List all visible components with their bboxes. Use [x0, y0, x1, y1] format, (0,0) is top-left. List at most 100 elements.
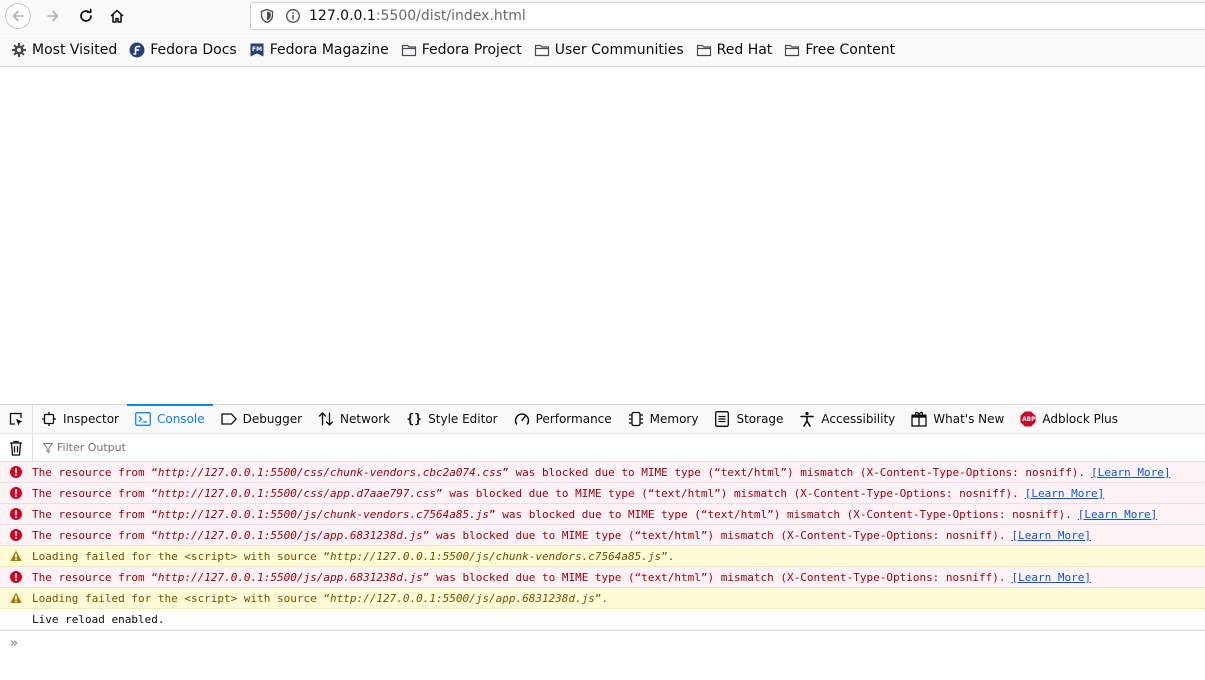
message-text: The resource from “http://127.0.0.1:5500… [32, 571, 1006, 584]
tab-inspector[interactable]: Inspector [33, 405, 127, 433]
console-messages: The resource from “http://127.0.0.1:5500… [0, 462, 1205, 630]
learn-more-link[interactable]: [Learn More] [1025, 487, 1104, 500]
message-resource-url[interactable]: http://127.0.0.1:5500/css/chunk-vendors.… [158, 466, 502, 479]
tab-memory[interactable]: Memory [620, 405, 707, 433]
tab-accessibility[interactable]: Accessibility [791, 405, 903, 433]
fedora-icon [129, 42, 145, 58]
tab-label: Debugger [242, 412, 303, 426]
message-text: The resource from “http://127.0.0.1:5500… [32, 487, 1019, 500]
message-text-suffix: ” was blocked due to MIME type (“text/ht… [502, 465, 1086, 479]
home-button[interactable] [104, 3, 130, 29]
learn-more-link[interactable]: [Learn More] [1012, 529, 1091, 542]
message-text-suffix: ” was blocked due to MIME type (“text/ht… [422, 570, 1006, 584]
console-warning-message[interactable]: Loading failed for the <script> with sou… [0, 546, 1205, 567]
console-toolbar: Filter Output [0, 434, 1205, 462]
forward-button[interactable] [40, 3, 66, 29]
console-error-message[interactable]: The resource from “http://127.0.0.1:5500… [0, 525, 1205, 546]
console-icon [135, 411, 151, 427]
tab-label: Adblock Plus [1042, 412, 1119, 426]
console-error-message[interactable]: The resource from “http://127.0.0.1:5500… [0, 462, 1205, 483]
tab-adblock-plus[interactable]: ABP Adblock Plus [1012, 405, 1126, 433]
trash-icon [10, 440, 22, 456]
bookmark-fedora-magazine[interactable]: FM Fedora Magazine [249, 37, 389, 63]
message-resource-url[interactable]: http://127.0.0.1:5500/js/app.6831238d.js [330, 592, 595, 605]
tab-network[interactable]: Network [310, 405, 398, 433]
folder-icon [784, 42, 800, 58]
bookmark-fedora-docs[interactable]: Fedora Docs [129, 37, 237, 63]
fedora-magazine-icon: FM [249, 42, 265, 58]
tab-performance[interactable]: Performance [506, 405, 620, 433]
bookmark-folder-user-communities[interactable]: User Communities [534, 37, 684, 63]
console-log-message[interactable]: Live reload enabled. [0, 609, 1205, 630]
tab-console[interactable]: Console [126, 404, 213, 433]
back-button[interactable] [5, 3, 31, 29]
message-resource-url[interactable]: http://127.0.0.1:5500/js/app.6831238d.js [158, 529, 423, 542]
tab-label: Storage [736, 412, 784, 426]
accessibility-icon [799, 411, 815, 427]
learn-more-link[interactable]: [Learn More] [1012, 571, 1091, 584]
tab-debugger[interactable]: Debugger [213, 405, 310, 433]
adblock-icon: ABP [1020, 411, 1036, 427]
bookmark-label: Fedora Magazine [269, 41, 389, 58]
learn-more-link[interactable]: [Learn More] [1091, 466, 1170, 479]
navigation-bar: 127.0.0.1:5500/dist/index.html [0, 0, 1205, 32]
console-error-message[interactable]: The resource from “http://127.0.0.1:5500… [0, 504, 1205, 525]
debugger-icon [220, 411, 237, 427]
storage-icon [714, 411, 730, 427]
message-text-suffix: ” was blocked due to MIME type (“text/ht… [422, 528, 1006, 542]
message-resource-url[interactable]: http://127.0.0.1:5500/css/app.d7aae797.c… [158, 487, 436, 500]
tab-storage[interactable]: Storage [706, 405, 791, 433]
whats-new-icon [911, 411, 927, 427]
prompt-chevron-icon: » [10, 635, 18, 651]
site-info-icon[interactable] [285, 8, 301, 24]
gear-icon [11, 42, 27, 58]
url-text[interactable]: 127.0.0.1:5500/dist/index.html [309, 8, 526, 24]
message-text-prefix: Loading failed for the <script> with sou… [32, 591, 331, 605]
arrow-left-icon [12, 10, 24, 22]
bookmark-folder-free-content[interactable]: Free Content [784, 37, 895, 63]
learn-more-link[interactable]: [Learn More] [1078, 508, 1157, 521]
style-editor-icon: {} [406, 411, 422, 427]
svg-text:FM: FM [252, 46, 262, 53]
bookmark-folder-fedora-project[interactable]: Fedora Project [401, 37, 522, 63]
message-resource-url[interactable]: http://127.0.0.1:5500/js/app.6831238d.js [158, 571, 423, 584]
page-content [0, 67, 1205, 404]
console-warning-message[interactable]: Loading failed for the <script> with sou… [0, 588, 1205, 609]
bookmark-most-visited[interactable]: Most Visited [11, 37, 117, 63]
message-text-suffix: ” was blocked due to MIME type (“text/ht… [488, 507, 1072, 521]
tab-whats-new[interactable]: What's New [903, 405, 1012, 433]
error-icon [10, 508, 22, 520]
message-resource-url[interactable]: http://127.0.0.1:5500/js/chunk-vendors.c… [158, 508, 489, 521]
folder-icon [401, 42, 417, 58]
inspector-icon [41, 411, 57, 427]
filter-output-input[interactable]: Filter Output [43, 441, 126, 454]
tracking-shield-icon[interactable] [259, 8, 275, 24]
console-error-message[interactable]: The resource from “http://127.0.0.1:5500… [0, 567, 1205, 588]
message-text-prefix: The resource from “ [32, 528, 158, 542]
tab-label: Accessibility [821, 412, 896, 426]
filter-icon [43, 442, 53, 453]
tab-label: Performance [535, 412, 612, 426]
url-path: :5500/dist/index.html [375, 8, 526, 24]
arrow-right-icon [47, 10, 59, 22]
message-text-prefix: Loading failed for the <script> with sou… [32, 549, 331, 563]
message-text: Loading failed for the <script> with sou… [32, 592, 608, 605]
clear-console-button[interactable] [0, 434, 33, 461]
console-error-message[interactable]: The resource from “http://127.0.0.1:5500… [0, 483, 1205, 504]
svg-text:ABP: ABP [1023, 417, 1036, 423]
message-text-suffix: ”. [594, 591, 609, 605]
tab-label: Console [156, 412, 205, 426]
tab-style-editor[interactable]: {} Style Editor [398, 405, 505, 433]
message-text: The resource from “http://127.0.0.1:5500… [32, 466, 1085, 479]
console-input[interactable]: » [0, 630, 1205, 655]
message-resource-url[interactable]: http://127.0.0.1:5500/js/chunk-vendors.c… [330, 550, 661, 563]
element-picker-button[interactable] [0, 405, 33, 433]
warning-icon [10, 592, 22, 604]
error-icon [10, 466, 22, 478]
error-icon [10, 487, 22, 499]
tab-label: What's New [933, 412, 1005, 426]
devtools-tab-bar: Inspector Console Debugger Network {} St… [0, 404, 1205, 434]
reload-button[interactable] [73, 3, 99, 29]
url-bar[interactable]: 127.0.0.1:5500/dist/index.html [250, 2, 1205, 30]
bookmark-folder-red-hat[interactable]: Red Hat [696, 37, 772, 63]
